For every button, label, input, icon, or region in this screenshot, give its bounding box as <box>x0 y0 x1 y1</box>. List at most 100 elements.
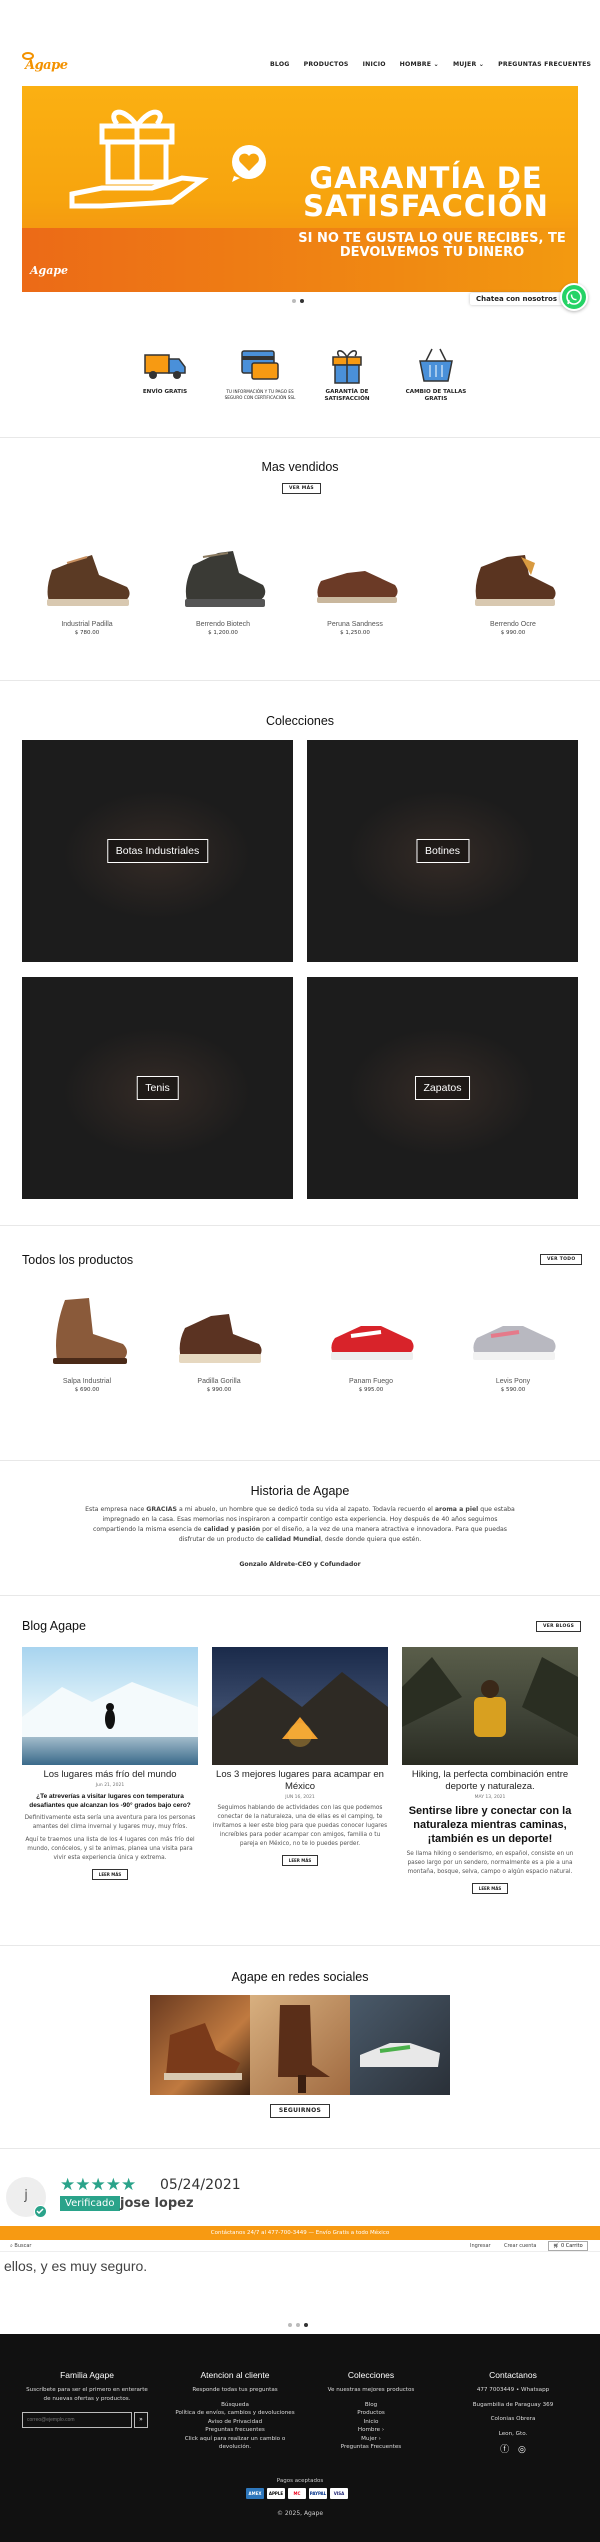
blog-post-title[interactable]: Los lugares más frío del mundo <box>22 1769 198 1781</box>
blog-post[interactable]: Los lugares más frío del mundo Jun 21, 2… <box>22 1647 198 1880</box>
blog-title: Blog Agape <box>22 1619 86 1633</box>
collection-button[interactable]: Botas Industriales <box>106 839 209 863</box>
history-text-bold: aroma a piel <box>434 1506 479 1513</box>
collection-button[interactable]: Botines <box>415 839 470 863</box>
newsletter-email-input[interactable] <box>22 2412 132 2428</box>
nav-preguntas[interactable]: PREGUNTAS FRECUENTES <box>498 61 591 71</box>
footer-link-women[interactable]: Mujer › <box>306 2435 436 2444</box>
collection-card[interactable]: Tenis <box>22 977 293 1199</box>
product-name: Levis Pony <box>495 1378 531 1385</box>
feature-label: ENVÍO GRATIS <box>142 389 188 395</box>
nav-mujer[interactable]: MUJER ⌄ <box>453 61 484 71</box>
footer-link-privacy[interactable]: Aviso de Privacidad <box>170 2418 300 2427</box>
divider <box>0 1945 600 1946</box>
hero-banner[interactable]: GARANTÍA DE SATISFACCIÓN SI NO TE GUSTA … <box>22 86 578 292</box>
collections-title: Colecciones <box>265 714 335 728</box>
slide-dot-2[interactable] <box>300 299 304 303</box>
collection-card[interactable]: Zapatos <box>307 977 578 1199</box>
follow-button[interactable]: SEGUIRNOS <box>270 2104 330 2118</box>
promo-bar[interactable]: Contáctanos 24/7 al 477-700-3449 — Envío… <box>0 2226 600 2240</box>
history-text-bold: calidad Mundial <box>265 1536 321 1543</box>
see-blogs-button[interactable]: VER BLOGS <box>536 1621 582 1632</box>
footer-link-search[interactable]: Búsqueda <box>170 2401 300 2410</box>
history-title: Historia de Agape <box>250 1484 350 1498</box>
mastercard-icon: MC <box>288 2488 306 2499</box>
footer-link-home[interactable]: Inicio <box>306 2418 436 2427</box>
footer-link-faq[interactable]: Preguntas Frecuentes <box>306 2443 436 2452</box>
collection-button[interactable]: Tenis <box>136 1076 179 1100</box>
chevron-down-icon: ⌄ <box>431 61 439 68</box>
nav-hombre[interactable]: HOMBRE ⌄ <box>400 61 439 71</box>
chat-label[interactable]: Chatea con nosotros <box>470 293 564 305</box>
brand-logo[interactable]: Agape <box>22 52 68 74</box>
review-stars: ★★★★★ <box>60 2175 137 2195</box>
whatsapp-icon <box>566 289 582 305</box>
review-dot-3[interactable] <box>304 2323 308 2327</box>
blog-post-heading: Sentirse libre y conectar con la natural… <box>408 1805 572 1845</box>
blog-post-title[interactable]: Los 3 mejores lugares para acampar en Mé… <box>212 1769 388 1793</box>
sticky-toolbar: ⌕ Buscar Ingresar Crear cuenta 🛒︎ 0 Carr… <box>0 2240 600 2252</box>
blog-post-body: Seguimos hablando de actividades con las… <box>212 1805 388 1847</box>
slide-dot-1[interactable] <box>292 299 296 303</box>
social-image[interactable] <box>250 1995 350 2095</box>
review-dot-1[interactable] <box>288 2323 292 2327</box>
product-name: Padilla Gorilla <box>197 1378 241 1385</box>
product-card[interactable]: Berrendo Biotech $ 1,200.00 <box>158 535 288 636</box>
read-more-button[interactable]: LEER MÁS <box>92 1869 128 1880</box>
cart-label: 0 Carrito <box>560 2243 583 2249</box>
footer-link-returns[interactable]: Click aquí para realizar un cambio o dev… <box>170 2435 300 2452</box>
nav-blog[interactable]: BLOG <box>270 61 290 71</box>
login-link[interactable]: Ingresar <box>470 2243 491 2249</box>
register-link[interactable]: Crear cuenta <box>504 2243 536 2249</box>
footer-link-faq[interactable]: Preguntas frecuentes <box>170 2426 300 2435</box>
collection-card[interactable]: Botines <box>307 740 578 962</box>
footer-col-support: Atencion al cliente Responde todas tus p… <box>170 2370 300 2452</box>
see-all-button[interactable]: VER TODO <box>540 1254 583 1265</box>
review-dot-2[interactable] <box>296 2323 300 2327</box>
blog-post-title[interactable]: Hiking, la perfecta combinación entre de… <box>402 1769 578 1793</box>
footer-link-men[interactable]: Hombre › <box>306 2426 436 2435</box>
read-more-button[interactable]: LEER MÁS <box>282 1855 318 1866</box>
facebook-icon[interactable]: ⓕ <box>500 2445 509 2455</box>
blog-post[interactable]: Los 3 mejores lugares para acampar en Mé… <box>212 1647 388 1866</box>
blog-post[interactable]: Hiking, la perfecta combinación entre de… <box>402 1647 578 1894</box>
whatsapp-button[interactable] <box>560 283 588 311</box>
product-image <box>463 1292 563 1372</box>
nav-inicio[interactable]: INICIO <box>363 61 386 71</box>
hero-logo: Agape <box>30 264 69 277</box>
footer-link-shipping[interactable]: Política de envíos, cambios y devolucion… <box>170 2409 300 2418</box>
collection-card[interactable]: Botas Industriales <box>22 740 293 962</box>
site-header: Agape BLOG PRODUCTOS INICIO HOMBRE ⌄ MUJ… <box>0 0 600 74</box>
product-card[interactable]: Peruna Sandness $ 1,250.00 <box>290 535 420 636</box>
product-card[interactable]: Salpa Industrial $ 690.00 <box>22 1292 152 1393</box>
search-link[interactable]: ⌕ Buscar <box>10 2243 31 2249</box>
footer-link-products[interactable]: Productos <box>306 2409 436 2418</box>
product-card[interactable]: Panam Fuego $ 995.00 <box>306 1292 436 1393</box>
product-image <box>305 535 405 615</box>
payment-icons: AMEX APPLE MC PAYPAL VISA <box>246 2488 348 2499</box>
divider <box>0 2148 600 2149</box>
history-text-bold: calidad y pasión <box>203 1526 261 1533</box>
history-text-part: Esta empresa nace <box>85 1506 147 1513</box>
footer-phone[interactable]: 477 7003449 • Whatsapp <box>448 2386 578 2395</box>
footer-link-blog[interactable]: Blog <box>306 2401 436 2410</box>
social-image[interactable] <box>350 1995 450 2095</box>
product-card[interactable]: Berrendo Ocre $ 990.00 <box>448 535 578 636</box>
hero-slide-dots <box>292 298 312 304</box>
instagram-icon[interactable]: ◎ <box>518 2445 526 2455</box>
footer-text: Suscríbete para ser el primero en entera… <box>26 2387 148 2402</box>
blog-post-body: Definitivamente esta sería una aventura … <box>24 1815 196 1830</box>
product-card[interactable]: Industrial Padilla $ 780.00 <box>22 535 152 636</box>
see-more-button[interactable]: VER MÁS <box>282 483 321 494</box>
collection-button[interactable]: Zapatos <box>414 1076 471 1100</box>
product-card[interactable]: Levis Pony $ 590.00 <box>448 1292 578 1393</box>
cart-button[interactable]: 🛒︎ 0 Carrito <box>548 2241 588 2251</box>
newsletter-submit-button[interactable]: » <box>134 2412 148 2428</box>
read-more-button[interactable]: LEER MÁS <box>472 1883 508 1894</box>
nav-productos[interactable]: PRODUCTOS <box>304 61 349 71</box>
social-image[interactable] <box>150 1995 250 2095</box>
brand-logo-text: Agape <box>25 58 68 73</box>
product-card[interactable]: Padilla Gorilla $ 990.00 <box>154 1292 284 1393</box>
product-name: Industrial Padilla <box>61 621 113 628</box>
review-slide-dots <box>288 2322 312 2329</box>
